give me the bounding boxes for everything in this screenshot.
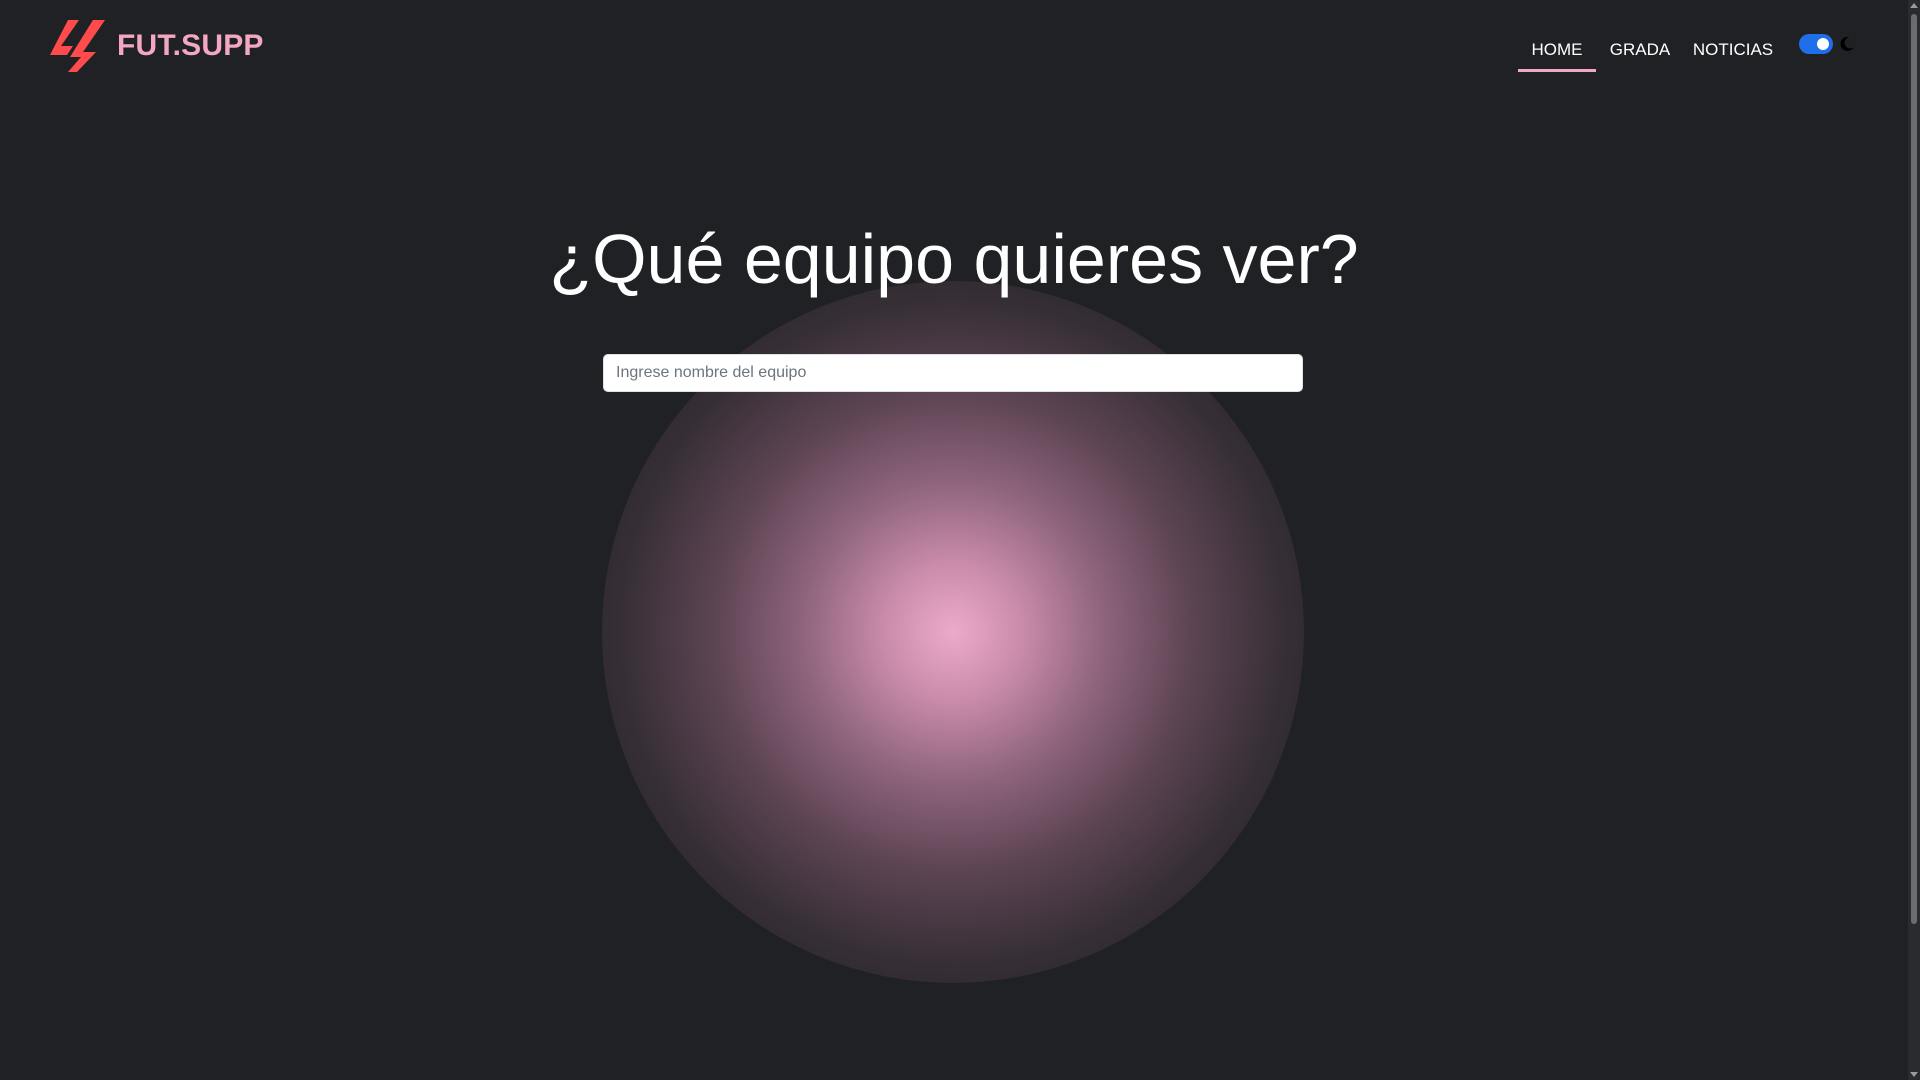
switch-knob xyxy=(1817,38,1829,50)
brand-name: FUT.SUPP xyxy=(117,29,264,62)
scrollbar-thumb[interactable] xyxy=(1911,14,1917,924)
scrollbar[interactable] xyxy=(1908,0,1920,1080)
page-title: ¿Qué equipo quieres ver? xyxy=(549,220,1359,298)
theme-switch[interactable] xyxy=(1799,34,1833,54)
nav-item-grada[interactable]: GRADA xyxy=(1596,33,1684,67)
theme-toggle xyxy=(1799,34,1855,54)
nav-item-noticias[interactable]: NOTICIAS xyxy=(1684,33,1782,67)
laliga-style-logo-icon xyxy=(50,20,105,72)
nav-links: HOME GRADA NOTICIAS xyxy=(1518,28,1782,72)
nav-item-home[interactable]: HOME xyxy=(1518,33,1596,72)
scroll-down-arrow-icon[interactable] xyxy=(1910,1072,1918,1077)
home-page: FUT.SUPP HOME GRADA NOTICIAS ¿Qué equipo… xyxy=(0,0,1920,1080)
moon-icon xyxy=(1840,36,1854,51)
brand-link[interactable]: FUT.SUPP xyxy=(48,18,264,74)
team-search-input[interactable] xyxy=(603,354,1303,392)
scroll-up-arrow-icon[interactable] xyxy=(1910,3,1918,8)
navbar: FUT.SUPP HOME GRADA NOTICIAS xyxy=(0,0,1908,90)
